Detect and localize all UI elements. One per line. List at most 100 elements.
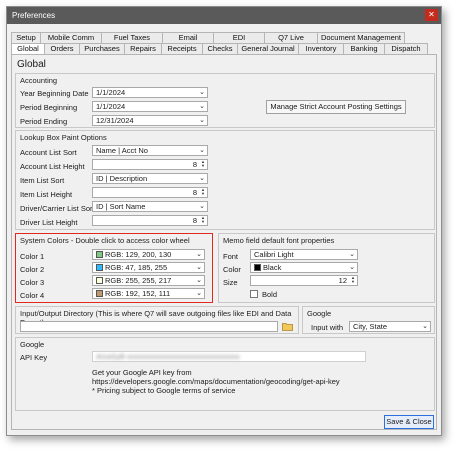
- color-4-label: Color 4: [20, 291, 45, 300]
- bold-checkbox[interactable]: [250, 290, 258, 298]
- io-directory-group: Input/Output Directory (This is where Q7…: [15, 306, 299, 334]
- system-colors-title: System Colors - Double click to access c…: [20, 236, 190, 245]
- font-size-label: Size: [223, 278, 238, 287]
- tab-purchases[interactable]: Purchases: [79, 43, 125, 54]
- chevron-down-icon: ⌄: [349, 251, 355, 258]
- period-ending-label: Period Ending: [20, 117, 68, 126]
- global-panel: Global Accounting Year Beginning Date 1/…: [11, 54, 437, 430]
- google-input-title: Google: [307, 309, 332, 318]
- color-1-select[interactable]: RGB: 129, 200, 130 ⌄: [92, 249, 205, 260]
- chevron-down-icon: ⌄: [199, 117, 205, 124]
- chevron-down-icon: ⌄: [196, 290, 202, 297]
- tab-general-journal[interactable]: General Journal: [237, 43, 299, 54]
- color-3-select[interactable]: RGB: 255, 255, 217 ⌄: [92, 275, 205, 286]
- color-swatch: [96, 264, 103, 271]
- color-1-label: Color 1: [20, 252, 45, 261]
- tab-document-management[interactable]: Document Management: [317, 32, 405, 43]
- year-beginning-field[interactable]: 1/1/2024 ⌄: [92, 87, 208, 98]
- chevron-down-icon: ⌄: [422, 323, 428, 330]
- lookup-options-group: Lookup Box Paint Options Account List So…: [15, 130, 435, 230]
- spinner-icon[interactable]: ▲ ▼: [350, 276, 356, 285]
- window-title: Preferences: [12, 11, 56, 20]
- system-colors-group: System Colors - Double click to access c…: [15, 233, 213, 303]
- page-heading: Global: [17, 59, 46, 70]
- driver-height-label: Driver List Height: [20, 218, 78, 227]
- bold-label: Bold: [262, 290, 278, 299]
- tab-edi[interactable]: EDI: [213, 32, 265, 43]
- tab-setup[interactable]: Setup: [11, 32, 41, 43]
- spinner-icon[interactable]: ▲ ▼: [200, 188, 206, 197]
- font-color-select[interactable]: Black ⌄: [250, 262, 358, 273]
- input-with-select[interactable]: City, State ⌄: [349, 321, 431, 332]
- color-4-select[interactable]: RGB: 192, 152, 111 ⌄: [92, 288, 205, 299]
- tab-q7-live[interactable]: Q7 Live: [264, 32, 318, 43]
- item-sort-label: Item List Sort: [20, 176, 65, 185]
- memo-font-title: Memo field default font properties: [223, 236, 335, 245]
- item-sort-select[interactable]: ID | Description ⌄: [92, 173, 208, 184]
- period-ending-field[interactable]: 12/31/2024 ⌄: [92, 115, 208, 126]
- spinner-icon[interactable]: ▲ ▼: [200, 216, 206, 225]
- io-directory-input[interactable]: [20, 321, 278, 332]
- driver-sort-label: Driver/Carrier List Sort: [20, 204, 95, 213]
- tab-fuel-taxes[interactable]: Fuel Taxes: [101, 32, 163, 43]
- account-sort-select[interactable]: Name | Acct No ⌄: [92, 145, 208, 156]
- account-height-label: Account List Height: [20, 162, 85, 171]
- tab-global[interactable]: Global: [11, 43, 45, 54]
- chevron-down-icon: ⌄: [199, 103, 205, 110]
- chevron-down-icon: ⌄: [196, 264, 202, 271]
- input-with-label: Input with: [311, 323, 344, 332]
- api-help-line-1: Get your Google API key from: [92, 368, 192, 377]
- save-close-button[interactable]: Save & Close: [384, 415, 434, 429]
- accounting-title: Accounting: [20, 76, 58, 85]
- tab-orders[interactable]: Orders: [44, 43, 80, 54]
- google-api-title: Google: [20, 340, 45, 349]
- color-2-label: Color 2: [20, 265, 45, 274]
- close-button[interactable]: ✕: [425, 9, 438, 21]
- manage-strict-posting-button[interactable]: Manage Strict Account Posting Settings: [266, 100, 406, 114]
- driver-height-stepper[interactable]: 8 ▲ ▼: [92, 215, 208, 226]
- color-3-label: Color 3: [20, 278, 45, 287]
- account-height-stepper[interactable]: 8 ▲ ▼: [92, 159, 208, 170]
- preferences-window: Preferences ✕ Setup Mobile Comm Fuel Tax…: [6, 6, 442, 436]
- font-size-stepper[interactable]: 12 ▲ ▼: [250, 275, 358, 286]
- color-swatch: [96, 277, 103, 284]
- api-help-line-3: * Pricing subject to Google terms of ser…: [92, 386, 236, 395]
- tab-row-1: Setup Mobile Comm Fuel Taxes Email EDI Q…: [11, 32, 405, 43]
- font-select[interactable]: Calibri Light ⌄: [250, 249, 358, 260]
- google-api-group: Google API Key AIzaSyB-xxxxxxxxxxxxxxxxx…: [15, 337, 435, 411]
- item-height-stepper[interactable]: 8 ▲ ▼: [92, 187, 208, 198]
- tab-receipts[interactable]: Receipts: [161, 43, 203, 54]
- memo-font-group: Memo field default font properties Font …: [218, 233, 435, 303]
- color-swatch: [96, 290, 103, 297]
- lookup-options-title: Lookup Box Paint Options: [20, 133, 107, 142]
- color-2-select[interactable]: RGB: 47, 185, 255 ⌄: [92, 262, 205, 273]
- tab-dispatch[interactable]: Dispatch: [384, 43, 428, 54]
- chevron-down-icon: ⌄: [199, 203, 205, 210]
- tab-row-2: Global Orders Purchases Repairs Receipts…: [11, 43, 428, 54]
- api-help-link[interactable]: https://developers.google.com/maps/docum…: [92, 377, 340, 386]
- accounting-group: Accounting Year Beginning Date 1/1/2024 …: [15, 73, 435, 128]
- chevron-down-icon: ⌄: [196, 277, 202, 284]
- spinner-icon[interactable]: ▲ ▼: [200, 160, 206, 169]
- tab-mobile-comm[interactable]: Mobile Comm: [40, 32, 102, 43]
- tab-inventory[interactable]: Inventory: [298, 43, 344, 54]
- driver-sort-select[interactable]: ID | Sort Name ⌄: [92, 201, 208, 212]
- api-key-input[interactable]: AIzaSyB-xxxxxxxxxxxxxxxxxxxxxxxxxxxxxx: [92, 351, 366, 362]
- item-height-label: Item List Height: [20, 190, 73, 199]
- year-beginning-label: Year Beginning Date: [20, 89, 89, 98]
- api-key-label: API Key: [20, 353, 48, 362]
- tab-email[interactable]: Email: [162, 32, 214, 43]
- chevron-down-icon: ⌄: [196, 251, 202, 258]
- tab-banking[interactable]: Banking: [343, 43, 385, 54]
- tab-repairs[interactable]: Repairs: [124, 43, 162, 54]
- title-bar: Preferences ✕: [7, 7, 441, 24]
- tab-checks[interactable]: Checks: [202, 43, 238, 54]
- font-label: Font: [223, 252, 239, 261]
- period-beginning-field[interactable]: 1/1/2024 ⌄: [92, 101, 208, 112]
- chevron-down-icon: ⌄: [199, 89, 205, 96]
- google-input-group: Google Input with City, State ⌄: [302, 306, 435, 334]
- color-swatch: [254, 264, 261, 271]
- chevron-down-icon: ⌄: [349, 264, 355, 271]
- chevron-down-icon: ⌄: [199, 175, 205, 182]
- folder-icon[interactable]: [282, 322, 293, 331]
